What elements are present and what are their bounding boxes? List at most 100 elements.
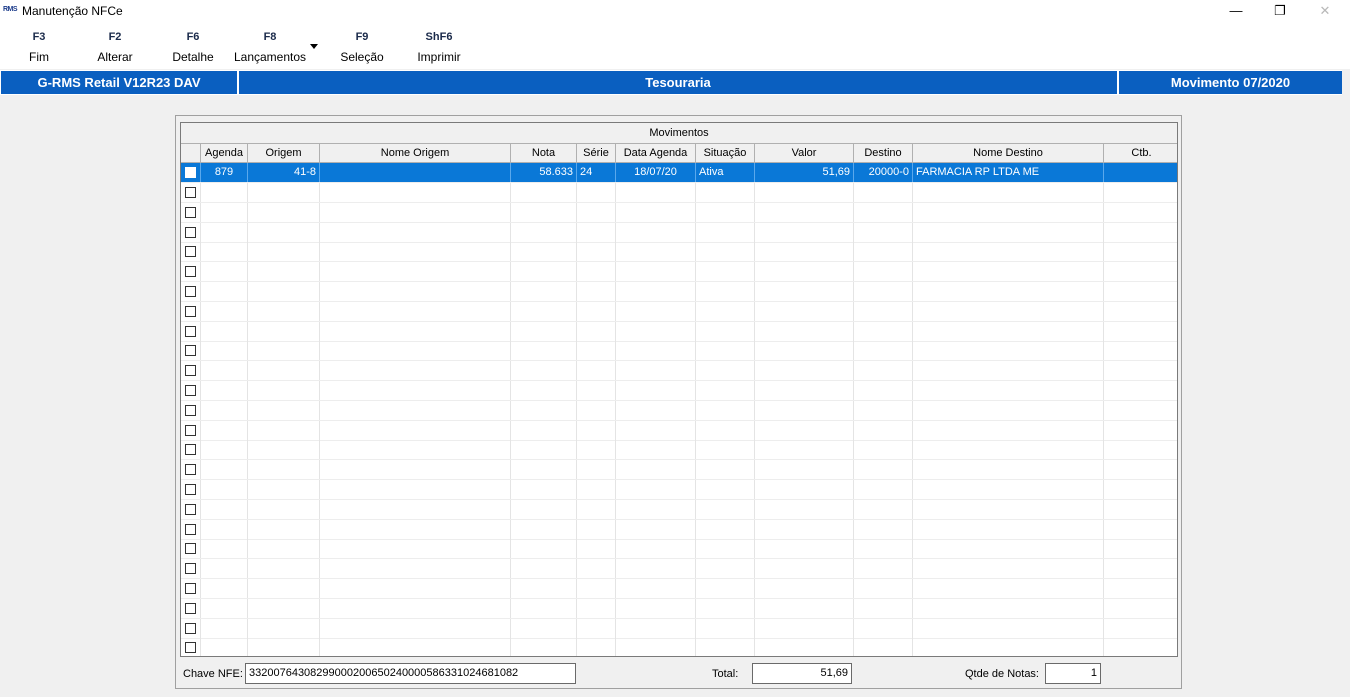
row-checkbox[interactable] (185, 563, 196, 575)
table-row[interactable] (181, 222, 1177, 243)
row-checkbox[interactable] (185, 484, 196, 495)
grid-cell (1104, 440, 1177, 459)
table-row[interactable] (181, 202, 1177, 223)
col-header-nome-origem[interactable]: Nome Origem (320, 144, 511, 163)
grid-cell (696, 499, 755, 519)
table-row[interactable] (181, 519, 1177, 540)
row-checkbox[interactable] (185, 286, 196, 297)
grid-cell (511, 301, 577, 321)
col-header-valor[interactable]: Valor (755, 144, 854, 163)
table-row[interactable] (181, 598, 1177, 619)
col-header-data-agenda[interactable]: Data Agenda (616, 144, 696, 163)
grid-cell (320, 638, 511, 656)
grid-cell (1104, 520, 1177, 539)
chave-nfe-field[interactable]: 3320076430829900020065024000058633102468… (245, 663, 576, 684)
movimentos-grid[interactable]: Movimentos Agenda Origem Nome Origem Not… (180, 122, 1178, 657)
fim-button[interactable]: F3 Fim (19, 31, 59, 64)
row-checkbox[interactable] (185, 444, 196, 456)
table-row[interactable]: 879 41-8 58.633 24 18/07/20 Ativa 51,69 … (181, 163, 1177, 183)
restore-button[interactable]: ❐ (1257, 0, 1303, 22)
row-checkbox[interactable] (185, 325, 196, 337)
row-checkbox[interactable] (185, 206, 196, 218)
col-header-check[interactable] (181, 144, 201, 163)
row-checkbox[interactable] (185, 622, 196, 634)
row-checkbox[interactable] (185, 305, 196, 317)
table-row[interactable] (181, 341, 1177, 362)
grid-cell (201, 539, 248, 559)
grid-cell (1104, 401, 1177, 420)
col-header-destino[interactable]: Destino (854, 144, 913, 163)
table-row[interactable] (181, 361, 1177, 382)
table-row[interactable] (181, 381, 1177, 401)
grid-cell (577, 361, 616, 381)
row-checkbox[interactable] (185, 503, 196, 515)
close-button[interactable]: ✕ (1302, 0, 1348, 22)
grid-cell (320, 341, 511, 361)
table-row[interactable] (181, 618, 1177, 639)
col-header-ctb[interactable]: Ctb. (1104, 144, 1177, 163)
table-row[interactable] (181, 242, 1177, 263)
detalhe-label: Detalhe (172, 50, 214, 64)
detalhe-button[interactable]: F6 Detalhe (168, 31, 218, 64)
row-checkbox[interactable] (185, 345, 196, 357)
fim-label: Fim (29, 50, 49, 64)
table-row[interactable] (181, 400, 1177, 421)
row-checkbox[interactable] (185, 602, 196, 614)
table-row[interactable] (181, 638, 1177, 656)
lancamentos-button[interactable]: F8 Lançamentos (231, 31, 309, 64)
grid-cell (755, 381, 854, 400)
row-checkbox[interactable] (185, 424, 196, 436)
row-checkbox[interactable] (185, 365, 196, 377)
grid-cell (511, 222, 577, 242)
alterar-button[interactable]: F2 Alterar (90, 31, 140, 64)
grid-cell (201, 638, 248, 656)
grid-cell (320, 262, 511, 282)
row-checkbox[interactable] (185, 523, 196, 535)
minimize-button[interactable]: — (1213, 0, 1259, 22)
row-checkbox[interactable] (185, 642, 196, 654)
row-checkbox[interactable] (185, 583, 196, 594)
toolbar: F3 Fim F2 Alterar F6 Detalhe F8 Lançamen… (0, 23, 1350, 69)
selecao-button[interactable]: F9 Seleção (337, 31, 387, 64)
col-header-agenda[interactable]: Agenda (201, 144, 248, 163)
imprimir-button[interactable]: ShF6 Imprimir (411, 31, 467, 64)
table-row[interactable] (181, 579, 1177, 599)
table-row[interactable] (181, 420, 1177, 441)
table-row[interactable] (181, 282, 1177, 302)
grid-cell (755, 499, 854, 519)
col-header-nota[interactable]: Nota (511, 144, 577, 163)
row-checkbox[interactable] (185, 246, 196, 258)
table-row[interactable] (181, 262, 1177, 283)
qtde-notas-field[interactable]: 1 (1045, 663, 1101, 684)
grid-cell (696, 638, 755, 656)
row-checkbox[interactable] (185, 543, 196, 555)
row-checkbox[interactable] (185, 385, 196, 396)
grid-cell (577, 282, 616, 301)
col-header-situacao[interactable]: Situação (696, 144, 755, 163)
row-checkbox[interactable] (185, 226, 196, 238)
col-header-nome-destino[interactable]: Nome Destino (913, 144, 1104, 163)
grid-cell (755, 440, 854, 460)
table-row[interactable] (181, 301, 1177, 322)
col-header-origem[interactable]: Origem (248, 144, 320, 163)
table-row[interactable] (181, 460, 1177, 481)
table-row[interactable] (181, 321, 1177, 342)
row-checkbox[interactable] (185, 464, 196, 476)
grid-cell (755, 559, 854, 579)
grid-cell (616, 579, 696, 598)
table-row[interactable] (181, 499, 1177, 520)
table-row[interactable] (181, 183, 1177, 203)
row-checkbox[interactable] (185, 266, 196, 278)
lancamentos-dropdown-icon[interactable] (310, 44, 318, 49)
grid-cell (248, 321, 320, 341)
table-row[interactable] (181, 539, 1177, 560)
row-checkbox[interactable] (185, 167, 196, 178)
row-checkbox[interactable] (185, 187, 196, 198)
total-field[interactable]: 51,69 (752, 663, 852, 684)
grid-cell (201, 321, 248, 341)
col-header-serie[interactable]: Série (577, 144, 616, 163)
table-row[interactable] (181, 440, 1177, 461)
row-checkbox[interactable] (185, 404, 196, 416)
table-row[interactable] (181, 480, 1177, 500)
table-row[interactable] (181, 559, 1177, 580)
